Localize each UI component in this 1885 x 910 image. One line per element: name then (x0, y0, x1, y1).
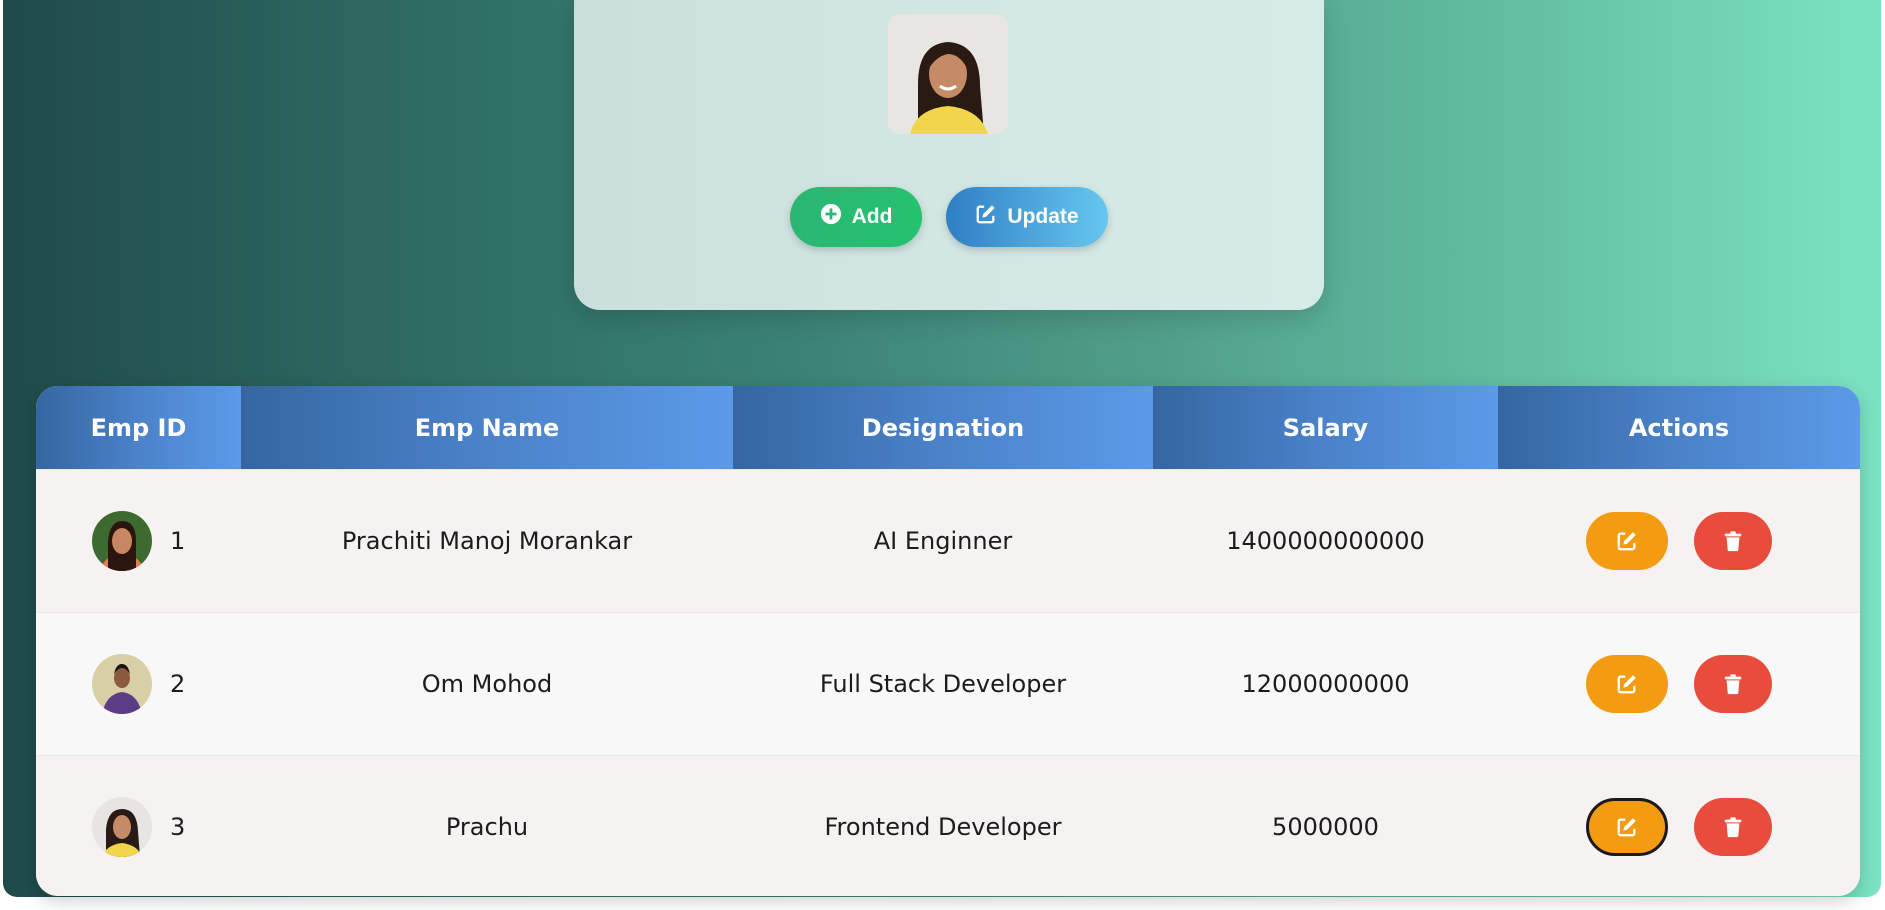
avatar (92, 654, 152, 714)
plus-circle-icon (820, 203, 842, 231)
emp-designation: AI Enginner (873, 527, 1013, 555)
pen-square-icon (975, 203, 997, 231)
header-emp-id: Emp ID (36, 386, 241, 469)
trash-icon (1724, 817, 1742, 838)
avatar (92, 797, 152, 857)
table-row: 3 Prachu Frontend Developer 5000000 (36, 755, 1860, 896)
table-header: Emp ID Emp Name Designation Salary Actio… (36, 386, 1860, 469)
row-actions (1498, 756, 1860, 896)
avatar (92, 511, 152, 571)
delete-button[interactable] (1694, 512, 1772, 570)
row-actions (1498, 470, 1860, 612)
emp-name: Om Mohod (421, 670, 553, 698)
update-button[interactable]: Update (946, 187, 1108, 247)
emp-name: Prachu (445, 813, 529, 841)
pen-square-icon (1617, 675, 1636, 694)
pen-square-icon (1617, 532, 1636, 551)
emp-id: 1 (170, 527, 186, 555)
delete-button[interactable] (1694, 655, 1772, 713)
emp-id-cell: 2 (36, 613, 241, 755)
emp-id-cell: 3 (36, 756, 241, 896)
trash-icon (1724, 674, 1742, 695)
pen-square-icon (1617, 818, 1636, 837)
add-button[interactable]: Add (790, 187, 922, 247)
photo-preview (888, 14, 1008, 134)
emp-id-cell: 1 (36, 470, 241, 612)
table-row: 2 Om Mohod Full Stack Developer 12000000… (36, 612, 1860, 755)
update-button-label: Update (1007, 205, 1079, 228)
emp-designation: Frontend Developer (824, 813, 1062, 841)
employee-form-card: Add Update (574, 0, 1324, 310)
emp-salary: 1400000000000 (1226, 527, 1425, 555)
add-button-label: Add (851, 205, 893, 228)
emp-name: Prachiti Manoj Morankar (341, 527, 633, 555)
header-salary: Salary (1153, 386, 1498, 469)
emp-designation: Full Stack Developer (819, 670, 1067, 698)
emp-id: 3 (170, 813, 186, 841)
header-actions: Actions (1498, 386, 1860, 469)
edit-button[interactable] (1586, 512, 1668, 570)
emp-id: 2 (170, 670, 186, 698)
emp-salary: 12000000000 (1241, 670, 1410, 698)
edit-button[interactable] (1586, 655, 1668, 713)
row-actions (1498, 613, 1860, 755)
header-emp-name: Emp Name (241, 386, 733, 469)
header-designation: Designation (733, 386, 1153, 469)
employee-table: Emp ID Emp Name Designation Salary Actio… (36, 386, 1860, 896)
delete-button[interactable] (1694, 798, 1772, 856)
page-background: Add Update Emp ID Emp Name Designation S… (3, 0, 1881, 897)
edit-button[interactable] (1586, 798, 1668, 856)
trash-icon (1724, 531, 1742, 552)
emp-salary: 5000000 (1272, 813, 1379, 841)
table-row: 1 Prachiti Manoj Morankar AI Enginner 14… (36, 469, 1860, 612)
